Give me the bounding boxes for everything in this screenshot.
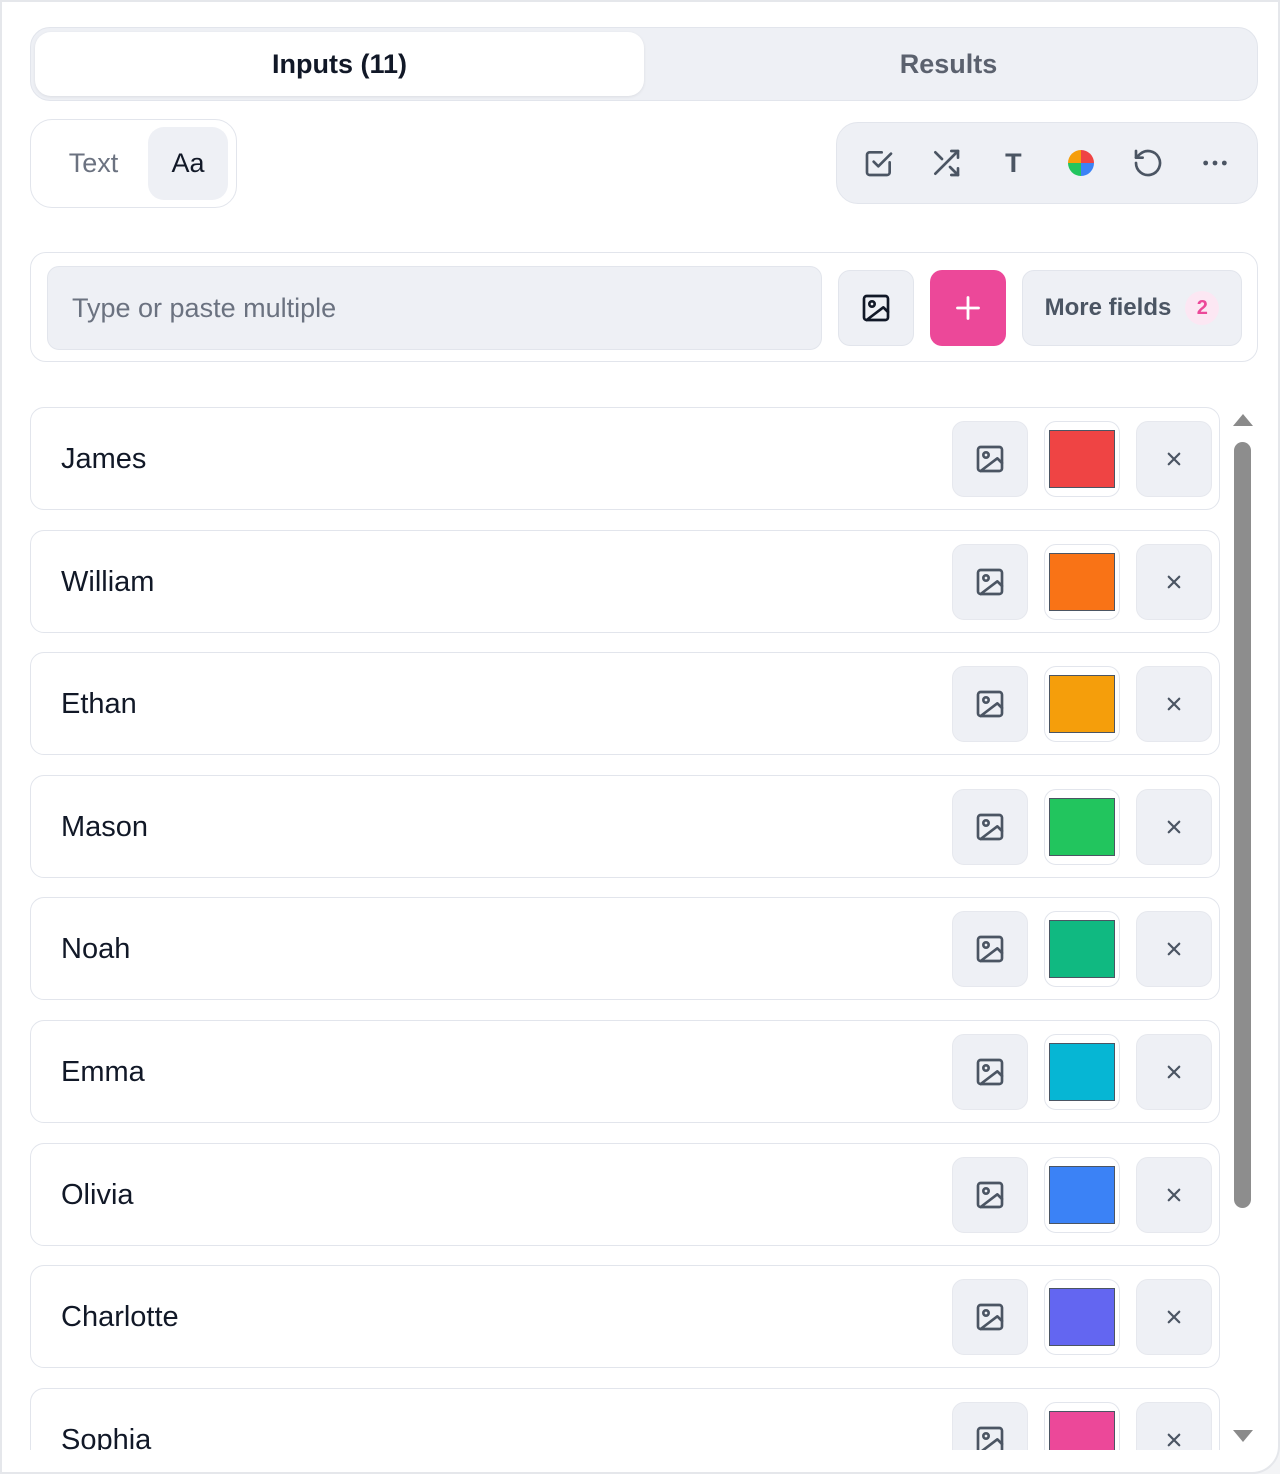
entry-row: Ethan: [30, 652, 1220, 755]
entry-row: Olivia: [30, 1143, 1220, 1246]
entry-row: James: [30, 407, 1220, 510]
image-icon: [976, 1058, 1004, 1086]
close-icon: [1167, 942, 1181, 956]
entry-name[interactable]: Noah: [61, 898, 130, 1001]
entry-name[interactable]: Olivia: [61, 1144, 134, 1247]
color-swatch: [1049, 920, 1115, 978]
more-fields-button[interactable]: More fields 2: [1022, 270, 1242, 346]
entry-color-button[interactable]: [1044, 544, 1120, 620]
entry-color-button[interactable]: [1044, 1157, 1120, 1233]
add-image-button[interactable]: [838, 270, 914, 346]
color-swatch: [1049, 1411, 1115, 1450]
close-icon: [1167, 1310, 1181, 1324]
entry-image-button[interactable]: [952, 1279, 1028, 1355]
more-fields-count-badge: 2: [1185, 291, 1220, 325]
image-icon: [976, 935, 1004, 963]
close-icon: [1167, 1433, 1181, 1447]
mode-text-option[interactable]: Text: [39, 127, 148, 200]
image-icon: [976, 1426, 1004, 1450]
close-icon: [1167, 575, 1181, 589]
color-swatch: [1049, 1166, 1115, 1224]
entry-name[interactable]: Emma: [61, 1021, 145, 1124]
entry-image-button[interactable]: [952, 1157, 1028, 1233]
entry-color-button[interactable]: [1044, 666, 1120, 742]
entry-name[interactable]: Ethan: [61, 653, 137, 756]
image-icon: [976, 568, 1004, 596]
entry-name[interactable]: William: [61, 531, 154, 634]
entry-image-button[interactable]: [952, 1034, 1028, 1110]
list-toolbar: T: [836, 122, 1258, 204]
close-icon: [1167, 452, 1181, 466]
entry-row: Emma: [30, 1020, 1220, 1123]
color-swatch: [1049, 430, 1115, 488]
entry-image-button[interactable]: [952, 911, 1028, 987]
image-icon: [976, 690, 1004, 718]
close-icon: [1167, 697, 1181, 711]
add-entry-button[interactable]: [930, 270, 1006, 346]
wheel-inputs-panel: Inputs (11) Results Text Aa T Type or pa…: [0, 0, 1280, 1474]
image-icon: [976, 813, 1004, 841]
color-swatch: [1049, 553, 1115, 611]
scroll-down-arrow-icon[interactable]: [1233, 1430, 1253, 1442]
entry-delete-button[interactable]: [1136, 1279, 1212, 1355]
entry-row: William: [30, 530, 1220, 633]
shuffle-icon[interactable]: [924, 141, 968, 185]
entry-color-button[interactable]: [1044, 789, 1120, 865]
entry-delete-button[interactable]: [1136, 1157, 1212, 1233]
image-icon: [976, 445, 1004, 473]
entry-card: More fields 2: [30, 252, 1258, 362]
entry-delete-button[interactable]: [1136, 666, 1212, 742]
more-fields-label: More fields: [1044, 294, 1172, 321]
entry-name[interactable]: James: [61, 408, 146, 511]
image-icon: [976, 1181, 1004, 1209]
entry-image-button[interactable]: [952, 544, 1028, 620]
entry-color-button[interactable]: [1044, 1034, 1120, 1110]
checkbox-icon[interactable]: [857, 141, 901, 185]
entry-image-button[interactable]: [952, 421, 1028, 497]
color-swatch: [1049, 798, 1115, 856]
entry-delete-button[interactable]: [1136, 911, 1212, 987]
entry-row: Noah: [30, 897, 1220, 1000]
entry-name[interactable]: Sophia: [61, 1389, 151, 1450]
entry-delete-button[interactable]: [1136, 544, 1212, 620]
entry-color-button[interactable]: [1044, 911, 1120, 987]
entry-delete-button[interactable]: [1136, 789, 1212, 865]
tab-bar: Inputs (11) Results: [30, 27, 1258, 101]
close-icon: [1167, 820, 1181, 834]
entry-row: Sophia: [30, 1388, 1220, 1450]
mode-aa-option[interactable]: Aa: [148, 127, 228, 200]
entry-name[interactable]: Charlotte: [61, 1266, 179, 1369]
reset-icon[interactable]: [1126, 141, 1170, 185]
entry-color-button[interactable]: [1044, 1402, 1120, 1450]
entry-image-button[interactable]: [952, 789, 1028, 865]
entry-delete-button[interactable]: [1136, 1402, 1212, 1450]
entry-delete-button[interactable]: [1136, 421, 1212, 497]
close-icon: [1167, 1065, 1181, 1079]
color-swatch: [1049, 675, 1115, 733]
entry-input[interactable]: [47, 266, 822, 350]
color-wheel-icon[interactable]: [1059, 141, 1103, 185]
input-mode-toggle: Text Aa: [30, 119, 237, 208]
tab-inputs[interactable]: Inputs (11): [35, 32, 644, 96]
scrollbar-thumb[interactable]: [1234, 442, 1251, 1208]
entry-row: Charlotte: [30, 1265, 1220, 1368]
more-icon[interactable]: [1193, 141, 1237, 185]
entry-image-button[interactable]: [952, 1402, 1028, 1450]
plus-icon: [956, 296, 980, 320]
color-swatch: [1049, 1288, 1115, 1346]
entry-name[interactable]: Mason: [61, 776, 148, 879]
entry-delete-button[interactable]: [1136, 1034, 1212, 1110]
color-swatch: [1049, 1043, 1115, 1101]
text-T-icon[interactable]: T: [991, 141, 1035, 185]
entry-color-button[interactable]: [1044, 1279, 1120, 1355]
entry-color-button[interactable]: [1044, 421, 1120, 497]
entry-image-button[interactable]: [952, 666, 1028, 742]
image-icon: [976, 1303, 1004, 1331]
tab-results[interactable]: Results: [644, 32, 1253, 96]
close-icon: [1167, 1188, 1181, 1202]
entries-list: James William Ethan Mason Noah Emma Oliv…: [30, 407, 1220, 1450]
scroll-up-arrow-icon[interactable]: [1233, 414, 1253, 426]
image-icon: [862, 294, 890, 322]
entry-row: Mason: [30, 775, 1220, 878]
